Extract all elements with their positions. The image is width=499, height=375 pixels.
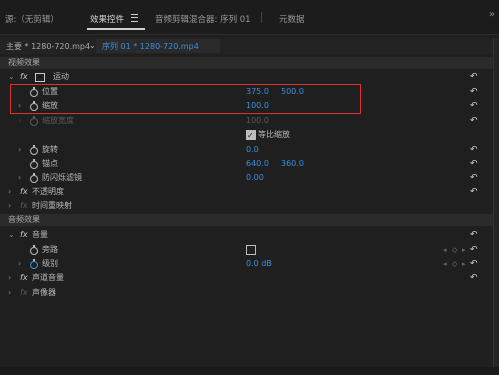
fx-badge-icon[interactable]: fx xyxy=(20,185,28,199)
expand-arrow-icon[interactable]: › xyxy=(18,257,21,271)
bypass-checkbox[interactable] xyxy=(246,245,256,255)
tab-divider xyxy=(261,12,262,23)
expand-arrow-icon[interactable]: › xyxy=(8,199,11,213)
next-keyframe-icon[interactable]: ▸ xyxy=(462,243,466,257)
reset-icon[interactable]: ↶ xyxy=(470,88,479,97)
expand-arrow-icon[interactable]: › xyxy=(8,185,11,199)
stopwatch-icon xyxy=(30,116,38,126)
stopwatch-icon[interactable] xyxy=(30,173,38,183)
property-label: 级别 xyxy=(42,259,58,268)
effect-row-time-remapping[interactable]: › fx 时间重映射 xyxy=(0,199,493,213)
tab-metadata[interactable]: 元数据 xyxy=(279,13,305,25)
add-keyframe-icon[interactable]: ◇ xyxy=(452,243,457,257)
fx-badge-icon[interactable]: fx xyxy=(20,70,28,84)
panel-menu-icon[interactable] xyxy=(131,14,138,22)
reset-icon[interactable]: ↶ xyxy=(470,188,479,197)
reset-icon[interactable]: ↶ xyxy=(470,260,479,269)
panel-tab-bar: 源:（无剪辑） 效果控件 音频剪辑混合器: 序列 01 元数据 » xyxy=(0,0,499,35)
effect-row-channel-volume[interactable]: › fx 声道音量 ↶ xyxy=(0,271,493,285)
rotation-value[interactable]: 0.0 xyxy=(246,143,259,157)
expand-arrow-icon[interactable]: › xyxy=(8,286,11,300)
expand-arrow-icon[interactable]: › xyxy=(18,143,21,157)
property-row-bypass: 旁路 ◂ ◇ ▸ ↶ xyxy=(0,243,493,257)
checkbox-label: 等比缩放 xyxy=(258,130,290,139)
anchor-y-value[interactable]: 360.0 xyxy=(281,157,304,171)
add-keyframe-icon[interactable]: ◇ xyxy=(452,257,457,271)
fx-badge-icon: fx xyxy=(20,201,28,210)
property-row-scale-width: › 缩放宽度 100.0 ↶ xyxy=(0,114,493,128)
video-effects-header: 视频效果 xyxy=(0,57,493,69)
expand-arrow-icon[interactable]: › xyxy=(18,171,21,185)
stopwatch-icon[interactable] xyxy=(30,145,38,155)
effect-label: 声像器 xyxy=(32,288,56,297)
uniform-scale-checkbox[interactable] xyxy=(246,129,256,143)
stopwatch-icon[interactable] xyxy=(30,259,38,269)
expand-arrow-icon[interactable]: › xyxy=(8,271,11,285)
reset-icon[interactable]: ↶ xyxy=(470,174,479,183)
tab-source[interactable]: 源:（无剪辑） xyxy=(5,13,59,25)
reset-icon[interactable]: ↶ xyxy=(470,246,479,255)
property-label: 旁路 xyxy=(42,245,58,254)
level-value[interactable]: 0.0 dB xyxy=(246,257,272,271)
transform-icon[interactable] xyxy=(35,73,45,82)
effect-label: 音量 xyxy=(32,230,48,239)
fx-badge-icon[interactable]: fx xyxy=(20,228,28,242)
property-label: 锚点 xyxy=(42,159,58,168)
effect-label: 运动 xyxy=(53,72,69,81)
active-tab-indicator xyxy=(87,28,145,30)
effect-row-motion[interactable]: ⌄ fx 运动 ↶ xyxy=(0,70,493,84)
property-row-level: › 级别 0.0 dB ◂ ◇ ▸ ↶ xyxy=(0,257,493,271)
stopwatch-icon[interactable] xyxy=(30,245,38,255)
more-tabs-icon[interactable]: » xyxy=(489,9,495,20)
tab-effect-controls[interactable]: 效果控件 xyxy=(90,13,124,25)
effect-row-volume[interactable]: ⌄ fx 音量 ↶ xyxy=(0,228,493,242)
property-row-antiflicker: › 防闪烁滤镜 0.00 ↶ xyxy=(0,171,493,185)
effect-label: 声道音量 xyxy=(32,273,64,282)
effect-row-opacity[interactable]: › fx 不透明度 ↶ xyxy=(0,185,493,199)
reset-icon[interactable]: ↶ xyxy=(470,117,479,126)
scrollbar[interactable] xyxy=(493,38,499,375)
fx-badge-icon: fx xyxy=(20,288,28,297)
property-label: 防闪烁滤镜 xyxy=(42,173,82,182)
effect-row-panner[interactable]: › fx 声像器 xyxy=(0,286,493,300)
scale-width-value: 100.0 xyxy=(246,116,269,125)
chevron-down-icon[interactable]: ⌄ xyxy=(89,41,96,50)
panel-footer xyxy=(0,367,499,375)
sequence-clip-selector[interactable]: ⌄ 序列 01 * 1280-720.mp4 xyxy=(89,39,220,53)
anchor-x-value[interactable]: 640.0 xyxy=(246,157,269,171)
reset-icon[interactable]: ↶ xyxy=(470,102,479,111)
reset-icon[interactable]: ↶ xyxy=(470,73,479,82)
property-row-anchor: 锚点 640.0 360.0 ↶ xyxy=(0,157,493,171)
tab-audio-clip-mixer[interactable]: 音频剪辑混合器: 序列 01 xyxy=(155,13,251,25)
property-row-rotation: › 旋转 0.0 ↶ xyxy=(0,143,493,157)
reset-icon[interactable]: ↶ xyxy=(470,160,479,169)
reset-icon[interactable]: ↶ xyxy=(470,274,479,283)
audio-effects-header: 音频效果 xyxy=(0,214,493,226)
stopwatch-icon[interactable] xyxy=(30,159,38,169)
antiflicker-value[interactable]: 0.00 xyxy=(246,171,264,185)
sequence-clip-label: 序列 01 * 1280-720.mp4 xyxy=(102,42,199,51)
master-clip-label[interactable]: 主要 * 1280-720.mp4 xyxy=(6,41,90,52)
clip-header: 主要 * 1280-720.mp4 xyxy=(0,38,499,54)
next-keyframe-icon[interactable]: ▸ xyxy=(462,257,466,271)
previous-keyframe-icon[interactable]: ◂ xyxy=(443,257,447,271)
effect-label: 时间重映射 xyxy=(32,201,72,210)
reset-icon[interactable]: ↶ xyxy=(470,231,479,240)
property-label: 缩放宽度 xyxy=(42,116,74,125)
reset-icon[interactable]: ↶ xyxy=(470,146,479,155)
expand-arrow-icon[interactable]: ⌄ xyxy=(8,228,15,242)
effect-label: 不透明度 xyxy=(32,187,64,196)
expand-arrow-icon: › xyxy=(18,116,22,125)
previous-keyframe-icon[interactable]: ◂ xyxy=(443,243,447,257)
fx-badge-icon[interactable]: fx xyxy=(20,271,28,285)
property-label: 旋转 xyxy=(42,145,58,154)
property-row-uniform-scale: 等比缩放 xyxy=(0,128,493,143)
expand-arrow-icon[interactable]: ⌄ xyxy=(8,70,15,84)
highlight-box xyxy=(10,84,361,114)
